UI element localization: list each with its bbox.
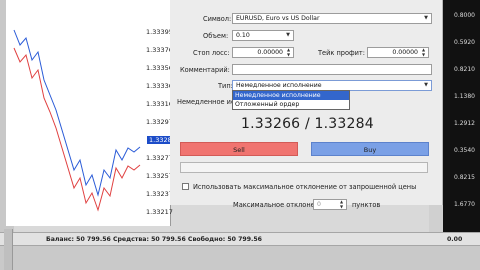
bid-line xyxy=(13,47,141,212)
scrollbar[interactable] xyxy=(429,205,443,232)
sell-button[interactable]: Sell xyxy=(180,142,298,156)
y-axis-label: 1.33316 xyxy=(146,100,173,108)
y-axis-label: 1.33297 xyxy=(146,118,173,126)
right-axis-label: 1.6770 xyxy=(454,201,475,208)
y-axis-label: 1.33376 xyxy=(146,46,173,54)
spinner-icon[interactable]: ▲ ▼ xyxy=(338,200,345,209)
stoploss-label: Стоп лосс: xyxy=(193,49,230,57)
option-pending[interactable]: Отложенный ордер xyxy=(233,100,349,109)
bottom-panel xyxy=(0,246,480,270)
takeprofit-input[interactable]: 0.00000 ▲ ▼ xyxy=(367,47,429,58)
takeprofit-label: Тейк профит: xyxy=(318,49,365,57)
status-value: 0.00 xyxy=(447,236,463,243)
chevron-down-icon: ▼ xyxy=(286,32,290,38)
spinner-icon[interactable]: ▲ ▼ xyxy=(420,48,427,57)
y-axis-label: 1.33277 xyxy=(146,154,173,162)
deviation-check-label: Использовать максимальное отклонение от … xyxy=(193,183,417,191)
symbol-label: Символ: xyxy=(203,15,232,23)
y-axis-label: 1.33395 xyxy=(146,28,173,36)
terminal-tab[interactable] xyxy=(4,229,13,270)
max-dev-unit: пунктов xyxy=(352,201,381,209)
stoploss-input[interactable]: 0.00000 ▲ ▼ xyxy=(232,47,294,58)
right-axis-label: 0.8215 xyxy=(454,174,475,181)
account-status: Баланс: 50 799.56 Средства: 50 799.56 Св… xyxy=(46,236,262,243)
right-axis-label: 0.5920 xyxy=(454,39,475,46)
volume-value: 0.10 xyxy=(236,32,250,39)
stoploss-value: 0.00000 xyxy=(257,49,283,56)
max-dev-value: 0 xyxy=(317,201,321,208)
type-value: Немедленное исполнение xyxy=(236,82,322,89)
right-axis-label: 0.3540 xyxy=(454,147,475,154)
option-instant[interactable]: Немедленное исполнение xyxy=(233,91,349,100)
volume-label: Объем: xyxy=(203,32,229,40)
status-bar: Баланс: 50 799.56 Средства: 50 799.56 Св… xyxy=(0,232,480,246)
right-axis-label: 1.2912 xyxy=(454,120,475,127)
symbol-value: EURUSD, Euro vs US Dollar xyxy=(236,15,320,22)
y-axis-label: 1.33257 xyxy=(146,172,173,180)
y-axis-label: 1.33237 xyxy=(146,190,173,198)
spinner-icon[interactable]: ▲ ▼ xyxy=(285,48,292,57)
type-label: Тип: xyxy=(218,82,233,90)
right-axis-strip xyxy=(443,0,480,232)
takeprofit-value: 0.00000 xyxy=(392,49,418,56)
symbol-select[interactable]: EURUSD, Euro vs US Dollar ▼ xyxy=(232,13,432,24)
comment-label: Комментарий: xyxy=(180,66,230,74)
chevron-down-icon: ▼ xyxy=(424,15,428,21)
volume-input[interactable]: 0.10 ▼ xyxy=(232,30,294,41)
y-axis-label: 1.33217 xyxy=(146,208,173,216)
deviation-checkbox[interactable] xyxy=(182,183,189,190)
price-chart[interactable]: 1.33395 1.33376 1.33356 1.33336 1.33316 1.332… xyxy=(6,0,178,226)
progress-field xyxy=(180,162,428,173)
right-axis-label: 0.8000 xyxy=(454,12,475,19)
y-axis-label: 1.33336 xyxy=(146,82,173,90)
bid-ask-price: 1.33266 / 1.33284 xyxy=(241,116,374,132)
max-dev-input[interactable]: 0 ▲ ▼ xyxy=(313,199,347,210)
right-axis-label: 1.1380 xyxy=(454,93,475,100)
type-dropdown-list[interactable]: Немедленное исполнение Отложенный ордер xyxy=(232,90,350,110)
y-axis-label: 1.33356 xyxy=(146,64,173,72)
ask-line xyxy=(13,29,141,197)
comment-input[interactable] xyxy=(232,64,432,75)
buy-button[interactable]: Buy xyxy=(311,142,429,156)
chevron-down-icon: ▼ xyxy=(424,82,428,88)
right-axis-label: 0.8210 xyxy=(454,66,475,73)
